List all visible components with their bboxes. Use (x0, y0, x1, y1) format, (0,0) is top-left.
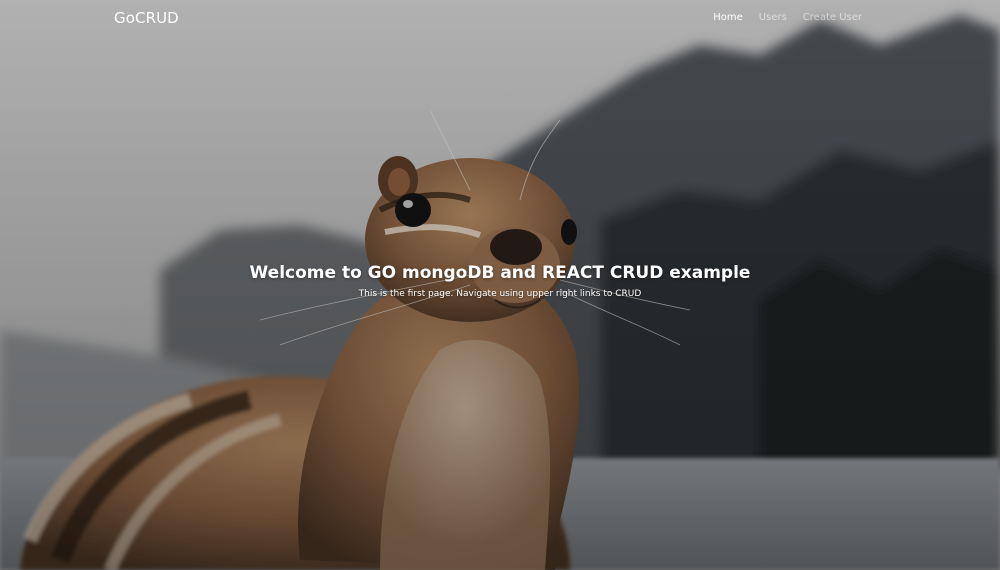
page: GoCRUD Home Users Create User Welcome to… (0, 0, 1000, 570)
hero-subtitle: This is the first page. Navigate using u… (358, 289, 642, 299)
hero-text: Welcome to GO mongoDB and REACT CRUD exa… (0, 262, 1000, 300)
navbar: GoCRUD Home Users Create User (0, 0, 1000, 36)
nav-link-create-user[interactable]: Create User (795, 12, 870, 23)
brand-link[interactable]: GoCRUD (114, 9, 179, 27)
hero-title: Welcome to GO mongoDB and REACT CRUD exa… (249, 263, 751, 283)
nav-link-users[interactable]: Users (751, 12, 795, 23)
nav-link-home[interactable]: Home (705, 12, 751, 23)
nav-links: Home Users Create User (705, 12, 870, 23)
